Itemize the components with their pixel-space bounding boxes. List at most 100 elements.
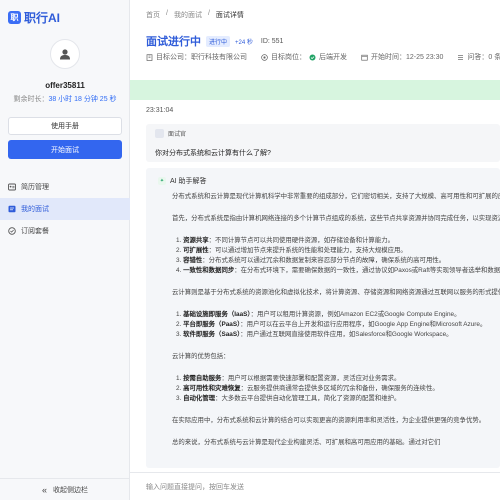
collapse-sidebar-label: 收起侧边栏 [53, 486, 88, 494]
resume-icon [8, 183, 16, 191]
list-item-term: 容错性 [183, 257, 203, 264]
sidebar: 职 职行AI offer35811 剩余时长：38 小时 18 分钟 25 秒 … [0, 0, 130, 500]
meta-company-text: 目标公司：职行科技有限公司 [156, 54, 247, 61]
answer-paragraph: 首先，分布式系统是指由计算机网络连接的多个计算节点组成的系统，这些节点共享资源并… [172, 215, 500, 222]
sidebar-item-resume[interactable]: 简历管理 [0, 176, 130, 198]
list-item-text: ：在分布式环境下，需要确保数据的一致性，通过协议如Paxos或Raft等实现领导… [234, 267, 500, 274]
sidebar-item-label: 简历管理 [21, 184, 49, 191]
list-item-term: 按需自助服务 [183, 375, 222, 382]
breadcrumb-separator: / [166, 10, 168, 17]
message-timestamp: 23:31:04 [146, 107, 174, 114]
answer-list-item: 2. 平台即服务（PaaS）：用户可以在云平台上开发和运行应用程序，如Googl… [172, 320, 500, 330]
list-item-text: ：用户可以租用计算资源，例如Amazon EC2或Google Compute … [250, 311, 461, 318]
interview-icon [8, 205, 16, 213]
status-banner [130, 80, 500, 100]
answer-paragraph: 云计算则是基于分布式系统的资源池化和虚拟化技术，将计算资源、存储资源和网络资源通… [172, 289, 500, 296]
list-item-text: ：大多数云平台提供自动化管理工具，简化了资源的配置和维护。 [215, 395, 401, 402]
breadcrumb-current: 面试详情 [215, 12, 244, 19]
meta-position-value: 后端开发 [319, 54, 347, 61]
breadcrumb-home[interactable]: 首页 [146, 10, 160, 20]
answer-paragraph: 云计算的优势包括： [172, 353, 230, 360]
list-item-term: 软件即服务（SaaS） [183, 331, 241, 338]
list-item-term: 一致性和数据同步 [183, 267, 235, 274]
subscription-icon [8, 227, 16, 235]
collapse-sidebar-button[interactable]: « 收起侧边栏 [0, 478, 130, 500]
list-item-text: ：用户通过互联网直接使用软件应用，如Salesforce和Google Work… [240, 331, 453, 338]
title-row: 面试进行中 进行中 +24 秒 ID: 551 [146, 33, 283, 49]
logo-text: 职行AI [24, 11, 61, 25]
breadcrumb-my-interviews[interactable]: 我的面试 [174, 10, 202, 20]
sidebar-item-label: 我的面试 [21, 206, 49, 213]
meta-start-time-text: 开始时间：12-25 23:30 [371, 54, 444, 61]
question-role: 面试官 [168, 132, 187, 138]
sidebar-item-label: 订阅套餐 [21, 228, 49, 235]
list-item-text: ：云服务提供商通常会提供多区域的冗余和备份，确保服务的连续性。 [240, 385, 439, 392]
sidebar-item-my-interviews[interactable]: 我的面试 [0, 198, 130, 220]
list-item-text: ：用户可以根据需要快速部署和配置资源，灵活应对业务需求。 [221, 375, 401, 382]
answer-list-item: 2. 高可用性和灾难恢复：云服务提供商通常会提供多区域的冗余和备份，确保服务的连… [172, 384, 500, 394]
target-icon [261, 53, 268, 61]
page-title: 面试进行中 [146, 36, 201, 48]
answer-header: ✦ AI 助手解答 [158, 176, 207, 186]
list-icon [458, 54, 464, 60]
list-item-term: 可扩展性 [183, 247, 209, 254]
interviewer-icon [155, 129, 164, 138]
main-panel: 首页 / 我的面试 / 面试详情 面试进行中 进行中 +24 秒 ID: 551… [130, 0, 500, 500]
meta-company: 目标公司：职行科技有限公司 [146, 52, 247, 62]
answer-list-item: 1. 基础设施即服务（IaaS）：用户可以租用计算资源，例如Amazon EC2… [172, 310, 500, 320]
list-item-term: 高可用性和灾难恢复 [183, 385, 241, 392]
remaining-time-value: 38 小时 18 分钟 25 秒 [48, 96, 117, 103]
meta-position-label: 目标岗位： [271, 54, 306, 61]
meta-questions-text: 问答：0 条 [467, 54, 500, 61]
building-icon [146, 53, 153, 61]
question-header: 面试官 [155, 129, 186, 138]
answer-list-item: 1. 按需自助服务：用户可以根据需要快速部署和配置资源，灵活应对业务需求。 [172, 374, 500, 384]
calendar-icon [361, 54, 368, 61]
start-interview-button[interactable]: 开始面试 [8, 140, 122, 159]
avatar[interactable] [50, 39, 80, 69]
sidebar-nav: 简历管理 我的面试 订阅套餐 [0, 176, 130, 242]
list-item-text: ：分布式系统可以通过冗余和数据复制来容忍部分节点的故障，确保系统的高可用性。 [202, 257, 446, 264]
answer-list-item: 3. 自动化管理：大多数云平台提供自动化管理工具，简化了资源的配置和维护。 [172, 394, 500, 404]
question-bubble: 面试官 你对分布式系统和云计算有什么了解? [146, 124, 500, 162]
logo-mark: 职 [8, 11, 21, 24]
answer-bubble: ✦ AI 助手解答 分布式系统和云计算是现代计算机科学中非常重要的组成部分，它们… [146, 168, 500, 468]
list-item-text: ：可以通过增加节点来提升系统的性能和处理能力，支持大规模应用。 [208, 247, 407, 254]
answer-list-item: 3. 软件即服务（SaaS）：用户通过互联网直接使用软件应用，如Salesfor… [172, 330, 500, 340]
sidebar-item-subscription[interactable]: 订阅套餐 [0, 220, 130, 242]
status-badge: 进行中 [206, 35, 231, 47]
question-text: 你对分布式系统和云计算有什么了解? [155, 150, 271, 157]
breadcrumb: 首页 / 我的面试 / 面试详情 [146, 10, 244, 20]
logo[interactable]: 职 职行AI [8, 9, 60, 26]
meta-row: 目标公司：职行科技有限公司 目标岗位： 后端开发 开始时间：12-25 23:3… [146, 52, 500, 62]
answer-role: AI 助手解答 [170, 178, 207, 185]
remaining-time: 剩余时长：38 小时 18 分钟 25 秒 [0, 94, 130, 104]
question-input[interactable] [146, 479, 496, 495]
remaining-time-label: 剩余时长： [13, 96, 49, 103]
answer-paragraph: 总的来说，分布式系统与云计算是现代企业构建灵活、可扩展和高可用应用的基础。通过对… [172, 439, 441, 446]
answer-paragraph: 在实际应用中，分布式系统和云计算的结合可以实现更高的资源利用率和灵活性，为企业提… [172, 417, 486, 424]
answer-list-item: 4. 一致性和数据同步：在分布式环境下，需要确保数据的一致性，通过协议如Paxo… [172, 266, 500, 276]
list-item-term: 资源共享 [183, 237, 209, 244]
list-item-text: ：不同计算节点可以共同使用硬件资源，如存储设备和计算能力。 [208, 237, 394, 244]
list-item-term: 自动化管理 [183, 395, 216, 402]
input-bar [130, 472, 500, 500]
user-manual-button[interactable]: 使用手册 [8, 117, 122, 135]
list-item-text: ：用户可以在云平台上开发和运行应用程序，如Google App Engine和M… [240, 321, 487, 328]
answer-paragraph: 分布式系统和云计算是现代计算机科学中非常重要的组成部分，它们密切相关，支持了大规… [172, 193, 500, 200]
seconds-badge: +24 秒 [235, 39, 253, 46]
answer-body: 分布式系统和云计算是现代计算机科学中非常重要的组成部分，它们密切相关，支持了大规… [172, 192, 500, 448]
interview-id: ID: 551 [260, 37, 284, 45]
answer-list-item: 2. 可扩展性：可以通过增加节点来提升系统的性能和处理能力，支持大规模应用。 [172, 246, 500, 256]
breadcrumb-separator: / [207, 10, 210, 17]
list-item-term: 基础设施即服务（IaaS） [183, 311, 251, 318]
user-icon [60, 49, 70, 60]
username: offer35811 [45, 81, 85, 90]
